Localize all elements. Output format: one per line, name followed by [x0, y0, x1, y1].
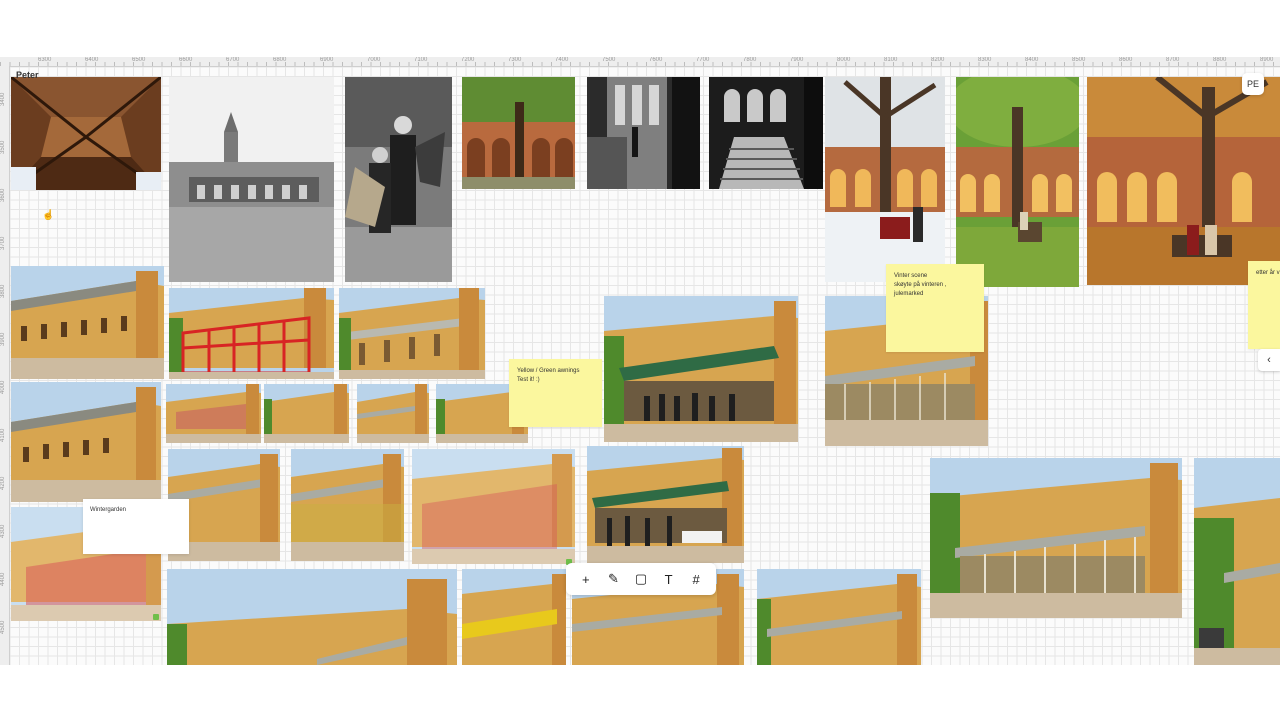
sticky-note-partial[interactable]: etter år v: [1248, 261, 1280, 349]
ruler-tick-label: 7100: [414, 57, 428, 63]
sticky-note-line: Vinter scene: [894, 273, 928, 279]
courtyard-thumb-3[interactable]: [357, 384, 429, 443]
ruler-tick-label: 8500: [1072, 57, 1086, 63]
ruler-tick-label: 7200: [461, 57, 475, 63]
selection-handle[interactable]: [153, 614, 159, 620]
sticky-note-winter[interactable]: Vinter scene skøyte på vinteren , julema…: [886, 264, 984, 352]
ruler-tick-label: 8600: [1119, 57, 1133, 63]
ruler-tick-label: 7700: [696, 57, 710, 63]
courtyard-thumb-1[interactable]: [166, 384, 261, 443]
ruler-tick-label: 4000: [0, 380, 6, 394]
pencil-icon: ✎: [607, 571, 619, 586]
plus-icon: +: [582, 571, 590, 587]
ruler-tick-label: 4100: [0, 428, 6, 442]
user-avatar[interactable]: PE: [1242, 73, 1264, 95]
courtyard-photo-1[interactable]: [11, 266, 164, 379]
sticky-note-tool-button[interactable]: ▢: [630, 568, 652, 590]
card-label: Wintergarden: [90, 507, 127, 513]
courtyard-thumb-2[interactable]: [264, 384, 349, 443]
ruler-tick-label: 6500: [132, 57, 146, 63]
ruler-tick-label: 8300: [978, 57, 992, 63]
courtyard-photo-3[interactable]: [11, 382, 161, 502]
courtyard-red-markup-photo[interactable]: [169, 288, 334, 379]
courtyard-photo-2[interactable]: [339, 288, 485, 379]
winter-tree-photo[interactable]: [825, 77, 945, 282]
ruler-tick-label: 6300: [38, 57, 52, 63]
ruler-tick-label: 7800: [743, 57, 757, 63]
sticky-note-line: skøyte på vinteren ,: [894, 282, 947, 288]
sticky-note-icon: ▢: [634, 571, 648, 586]
courtyard-yellow-photo[interactable]: [462, 569, 566, 665]
text-tool-button[interactable]: T: [658, 568, 680, 590]
sticky-note-line: etter år v: [1256, 270, 1280, 276]
hand-cursor-icon: ☝: [42, 210, 55, 221]
courtyard-edge-photo[interactable]: [1194, 458, 1280, 665]
ruler-tick-label: 7400: [555, 57, 569, 63]
ruler-tick-label: 7600: [649, 57, 663, 63]
collaborator-cursor-label: Peter: [16, 70, 39, 80]
ruler-tick-label: 4400: [0, 572, 6, 586]
sticky-note-line: julemarked: [894, 291, 924, 297]
autumn-tree-photo[interactable]: [1087, 77, 1280, 285]
courtyard-wide-photo[interactable]: [167, 569, 457, 665]
text-card-wintergarden[interactable]: Wintergarden: [83, 499, 189, 554]
left-ruler: 3400 3500 3600 3700 3800 3900 4000 4100 4200 4300…: [0, 66, 10, 665]
courtyard-glasshouse-photo[interactable]: [930, 458, 1182, 618]
historic-children-bw-photo[interactable]: [345, 77, 452, 282]
ruler-tick-label: 7500: [602, 57, 616, 63]
tree-arches-photo[interactable]: [462, 77, 575, 189]
courtyard-photo-5[interactable]: [291, 449, 404, 561]
cloister-bw-photo-1[interactable]: [587, 77, 700, 189]
ruler-tick-label: 3800: [0, 284, 6, 298]
ruler-tick-label: 7000: [367, 57, 381, 63]
chevron-left-icon: ‹: [1267, 354, 1271, 366]
add-tool-button[interactable]: +: [575, 568, 597, 590]
summer-tree-photo[interactable]: [956, 77, 1079, 287]
ruler-tick-label: 8000: [837, 57, 851, 63]
ruler-tick-label: 7300: [508, 57, 522, 63]
courtyard-event-photo[interactable]: [587, 446, 744, 563]
ruler-tick-label: 8100: [884, 57, 898, 63]
ruler-tick-label: 3500: [0, 140, 6, 154]
ruler-tick-label: 6400: [85, 57, 99, 63]
ruler-tick-label: 4500: [0, 620, 6, 634]
hash-icon: #: [692, 571, 700, 587]
ruler-tick-label: 6800: [273, 57, 287, 63]
ruler-tick-label: 6700: [226, 57, 240, 63]
courtyard-photo-7[interactable]: [757, 569, 921, 665]
ruler-tick-label: 8800: [1213, 57, 1227, 63]
ruler-tick-label: 8200: [931, 57, 945, 63]
cloister-bw-photo-2[interactable]: [709, 77, 823, 189]
ruler-tick-label: 8900: [1260, 57, 1274, 63]
ruler-tick-label: 3900: [0, 332, 6, 346]
ruler-tick-label: 3700: [0, 236, 6, 250]
courtyard-ceiling-photo[interactable]: [11, 77, 161, 190]
sticky-note-awnings[interactable]: Yellow / Green awnings Test it! :): [509, 359, 602, 427]
text-icon: T: [664, 571, 673, 587]
ruler-tick-label: 8400: [1025, 57, 1039, 63]
courtyard-red-overlay-photo[interactable]: [412, 449, 575, 564]
sticky-note-line: Yellow / Green awnings: [517, 368, 580, 374]
ruler-tick-label: 4200: [0, 476, 6, 490]
collapse-panel-button[interactable]: ‹: [1258, 349, 1280, 371]
ruler-tick-label: 6600: [179, 57, 193, 63]
historic-pavilion-bw-photo[interactable]: [169, 77, 334, 282]
top-ruler: 6300 6400 6500 6600 6700 6800 6900 7000 7100 7200…: [0, 57, 1280, 67]
ruler-tick-label: 3600: [0, 188, 6, 202]
ruler-tick-label: 6900: [320, 57, 334, 63]
ruler-tick-label: 7900: [790, 57, 804, 63]
bottom-toolbar: + ✎ ▢ T #: [566, 563, 716, 595]
ruler-tick-label: 8700: [1166, 57, 1180, 63]
courtyard-green-awning-photo[interactable]: [604, 296, 798, 442]
ruler-tick-label: 4300: [0, 524, 6, 538]
ruler-tick-label: 3400: [0, 92, 6, 106]
sticky-note-line: Test it! :): [517, 377, 540, 383]
frame-tool-button[interactable]: #: [685, 568, 707, 590]
pen-tool-button[interactable]: ✎: [602, 568, 624, 590]
